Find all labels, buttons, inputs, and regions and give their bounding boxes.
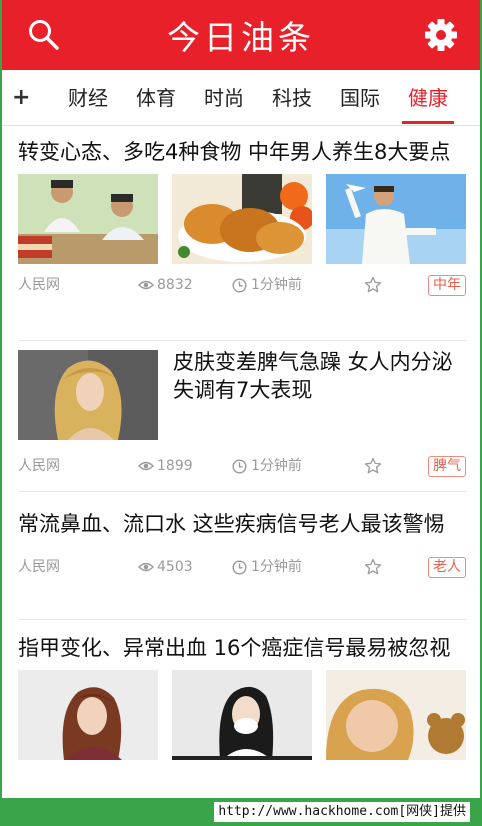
news-image[interactable]: [18, 350, 158, 440]
app-title: 今日油条: [167, 18, 315, 57]
news-image[interactable]: [18, 174, 158, 264]
news-image[interactable]: [18, 670, 158, 760]
tab-health[interactable]: 健康: [394, 70, 462, 126]
news-tag[interactable]: 老人: [428, 557, 466, 578]
clock-icon: [232, 277, 247, 293]
news-meta: 人民网 8832 1分钟前 中年: [18, 270, 466, 300]
tab-sports[interactable]: 体育: [122, 70, 190, 126]
news-item[interactable]: 转变心态、多吃4种食物 中年男人养生8大要点 人民网 8832 1分钟前 中年: [18, 138, 466, 300]
news-tag[interactable]: 中年: [428, 275, 466, 296]
app-header: 今日油条: [2, 0, 480, 70]
news-image[interactable]: [326, 670, 466, 760]
news-meta: 人民网 1899 1分钟前 脾气: [18, 451, 466, 481]
watermark-text: http://www.hackhome.com[网侠]提供: [214, 802, 470, 822]
divider: [18, 619, 466, 620]
tab-tech[interactable]: 科技: [258, 70, 326, 126]
gear-icon[interactable]: [424, 18, 458, 52]
tab-fashion[interactable]: 时尚: [190, 70, 258, 126]
news-image[interactable]: [326, 174, 466, 264]
news-source: 人民网: [18, 559, 60, 575]
news-meta: 人民网 4503 1分钟前 老人: [18, 552, 466, 582]
clock-icon: [232, 559, 247, 575]
view-count: 1899: [138, 451, 193, 481]
watermark-bar: http://www.hackhome.com[网侠]提供: [2, 798, 480, 826]
search-icon[interactable]: [26, 17, 62, 53]
publish-time: 1分钟前: [232, 451, 302, 481]
eye-icon: [138, 562, 154, 572]
news-title[interactable]: 转变心态、多吃4种食物 中年男人养生8大要点: [18, 138, 466, 166]
news-title[interactable]: 皮肤变差脾气急躁 女人内分泌失调有7大表现: [173, 348, 466, 404]
divider: [18, 491, 466, 492]
tab-international[interactable]: 国际: [326, 70, 394, 126]
eye-icon: [138, 461, 154, 471]
news-thumbnails: [18, 670, 466, 760]
eye-icon: [138, 280, 154, 290]
news-thumbnails: [18, 174, 466, 264]
tab-finance[interactable]: 财经: [54, 70, 122, 126]
category-tabs: + 财经 体育 时尚 科技 国际 健康: [2, 70, 480, 126]
view-count: 4503: [138, 552, 193, 582]
news-item[interactable]: 指甲变化、异常出血 16个癌症信号最易被忽视: [18, 634, 466, 760]
news-item[interactable]: 皮肤变差脾气急躁 女人内分泌失调有7大表现 人民网 1899 1分钟前 脾气: [18, 348, 466, 481]
favorite-star-icon[interactable]: [364, 276, 382, 294]
news-tag[interactable]: 脾气: [428, 456, 466, 477]
view-count: 8832: [138, 270, 193, 300]
news-title[interactable]: 常流鼻血、流口水 这些疾病信号老人最该警惕: [18, 510, 466, 538]
clock-icon: [232, 458, 247, 474]
divider: [18, 340, 466, 341]
publish-time: 1分钟前: [232, 270, 302, 300]
publish-time: 1分钟前: [232, 552, 302, 582]
news-source: 人民网: [18, 277, 60, 293]
news-image[interactable]: [172, 670, 312, 760]
phone-screen: 今日油条 + 财经 体育 时尚 科技 国际 健康 转变心态、多吃4种食物 中年男…: [0, 0, 482, 826]
news-title[interactable]: 指甲变化、异常出血 16个癌症信号最易被忽视: [18, 634, 466, 662]
news-item[interactable]: 常流鼻血、流口水 这些疾病信号老人最该警惕 人民网 4503 1分钟前 老人: [18, 510, 466, 582]
add-category-button[interactable]: +: [2, 70, 54, 126]
news-body: 皮肤变差脾气急躁 女人内分泌失调有7大表现: [18, 348, 466, 444]
favorite-star-icon[interactable]: [364, 457, 382, 475]
news-image[interactable]: [172, 174, 312, 264]
news-source: 人民网: [18, 458, 60, 474]
favorite-star-icon[interactable]: [364, 558, 382, 576]
